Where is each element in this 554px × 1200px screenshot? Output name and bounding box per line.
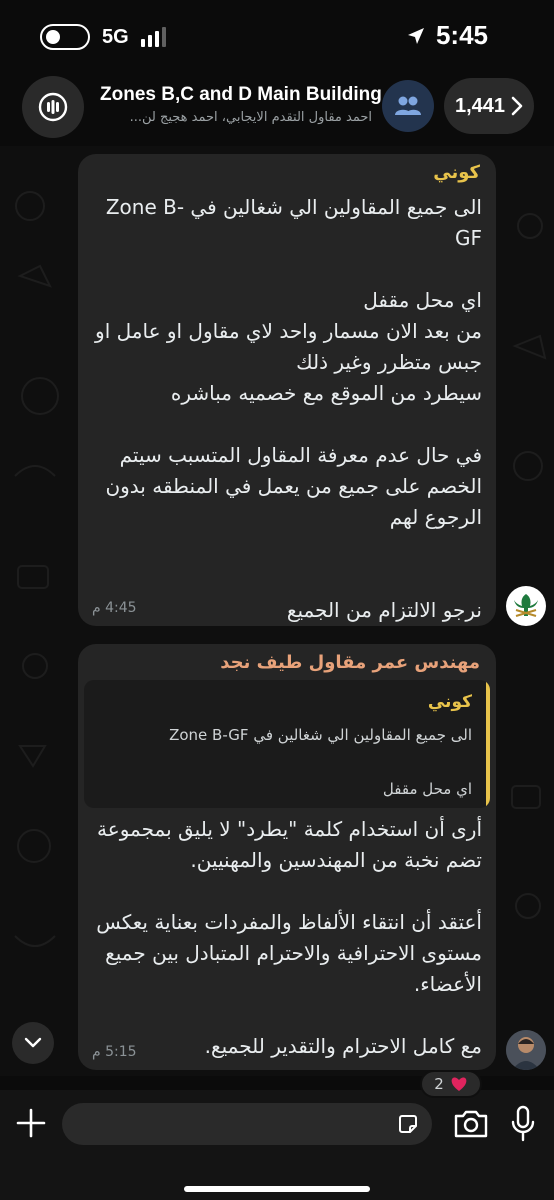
heart-icon: [451, 1077, 467, 1091]
message-text: الى جميع المقاولين الي شغالين في Zone B-…: [95, 195, 482, 622]
status-right: 5:45: [406, 20, 488, 51]
chat-area[interactable]: كوني الى جميع المقاولين الي شغالين في Zo…: [0, 146, 554, 1076]
toggle-pill-icon: [40, 24, 90, 50]
message-input[interactable]: [78, 1103, 378, 1145]
scroll-down-button[interactable]: [12, 1022, 54, 1064]
reaction-count: 2: [434, 1075, 444, 1093]
home-indicator[interactable]: [184, 1186, 370, 1192]
saudi-emblem-icon: [514, 594, 538, 617]
status-left: 5G: [40, 24, 166, 50]
camera-icon[interactable]: [452, 1106, 490, 1142]
quoted-text: الى جميع المقاولين الي شغالين في Zone B-…: [169, 726, 472, 798]
group-people-icon: [395, 96, 421, 115]
sender-avatar[interactable]: [506, 1030, 546, 1070]
clock: 5:45: [435, 20, 488, 50]
quoted-sender: كوني: [427, 692, 472, 712]
message-text: أرى أن استخدام كلمة "يطرد" لا يليق بمجمو…: [96, 817, 482, 1058]
message-reaction[interactable]: 2: [420, 1070, 482, 1098]
chevron-right-icon: [511, 96, 523, 116]
quoted-message[interactable]: كوني الى جميع المقاولين الي شغالين في Zo…: [84, 680, 490, 808]
group-avatar[interactable]: [382, 80, 434, 132]
group-title[interactable]: Zones B,C and D Main Building: [100, 84, 382, 106]
member-count: 1,441: [454, 94, 506, 117]
group-members-subtitle[interactable]: احمد مقاول التقدم الايجابي، احمد هجيج لن…: [100, 110, 372, 125]
signal-bars-icon: [140, 27, 166, 47]
message-bubble[interactable]: كوني الى جميع المقاولين الي شغالين في Zo…: [78, 154, 496, 626]
message-time: 5:15 م: [92, 1044, 137, 1060]
person-photo-icon: [506, 1030, 546, 1070]
chevron-down-icon: [24, 1037, 42, 1048]
member-count-button[interactable]: 1,441: [444, 78, 534, 134]
message-bubble[interactable]: مهندس عمر مقاول طيف نجد كوني الى جميع ال…: [78, 644, 496, 1070]
microphone-icon[interactable]: [508, 1104, 538, 1144]
message-time: 4:45 م: [92, 600, 137, 616]
message-sender[interactable]: كوني: [433, 162, 480, 183]
network-type: 5G: [102, 25, 129, 48]
sender-avatar[interactable]: [506, 586, 546, 626]
location-arrow-icon: [407, 27, 424, 44]
status-bar: 5G 5:45: [0, 0, 554, 72]
sticker-icon[interactable]: [396, 1112, 420, 1136]
chat-header: Zones B,C and D Main Building احمد مقاول…: [0, 72, 554, 142]
message-input-box[interactable]: [62, 1103, 432, 1145]
plus-icon[interactable]: [14, 1106, 48, 1140]
community-button[interactable]: [22, 76, 84, 138]
quote-accent-bar: [486, 680, 490, 808]
community-icon: [38, 92, 68, 122]
message-composer: [0, 1090, 554, 1200]
message-sender[interactable]: مهندس عمر مقاول طيف نجد: [220, 652, 480, 673]
